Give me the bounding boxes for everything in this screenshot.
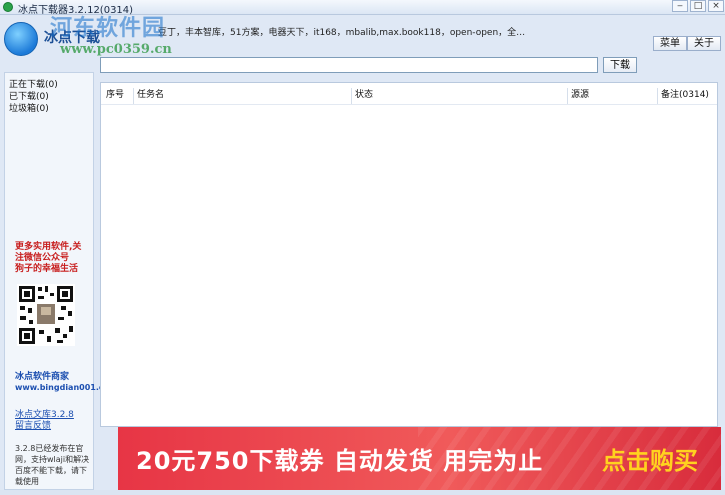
status-bar [0, 490, 725, 495]
watermark-url: www.pc0359.cn [60, 42, 172, 57]
url-input[interactable] [100, 57, 598, 73]
promo-line-3: 狗子的幸福生活 [15, 264, 79, 274]
wechat-qr-code [17, 284, 75, 346]
task-list[interactable]: 序号 任务名 状态 源源 备注(0314) [100, 82, 718, 427]
promo-line-1: 更多实用软件,关 [15, 242, 82, 252]
app-logo-icon [4, 22, 38, 56]
menu-button[interactable]: 菜单 [653, 36, 687, 51]
maximize-button[interactable]: □ [690, 0, 706, 12]
column-header-remark[interactable]: 备注(0314) [657, 88, 717, 104]
buy-now-button[interactable]: 点击购买 [602, 441, 698, 476]
column-header-task-name[interactable]: 任务名 [133, 88, 351, 104]
supported-sites-text: 豆丁，丰本智库，51方案，电器天下，it168，mbalib,max.book1… [158, 28, 526, 38]
feedback-link[interactable]: 留言反馈 [15, 418, 51, 431]
close-button[interactable]: × [708, 0, 724, 12]
minimize-button[interactable]: ‒ [672, 0, 688, 12]
sidebar-item-trash[interactable]: 垃圾箱(0) [9, 101, 49, 114]
banner-text: 20元750下载券 自动发货 用完为止 [136, 447, 544, 475]
column-header-source[interactable]: 源源 [567, 88, 657, 104]
header-divider [101, 104, 717, 105]
promo-banner[interactable]: 20元750下载券 自动发货 用完为止 点击购买 [118, 427, 721, 490]
brand-name: 冰点软件商家 [15, 372, 70, 382]
column-header-index[interactable]: 序号 [103, 88, 133, 104]
release-note: 3.2.8已经发布在官网，支持wlaji和解决百度不能下载，请下载使用 [15, 444, 90, 486]
sidebar: 正在下载(0) 已下载(0) 垃圾箱(0) 更多实用软件,关 注微信公众号 狗子… [4, 72, 117, 490]
download-button[interactable]: 下载 [603, 57, 637, 73]
column-header-status[interactable]: 状态 [351, 88, 567, 104]
app-icon [3, 2, 13, 12]
watermark-site: 河东软件园 [50, 15, 166, 41]
promo-line-2: 注微信公众号 [15, 253, 70, 263]
about-button[interactable]: 关于 [687, 36, 721, 51]
